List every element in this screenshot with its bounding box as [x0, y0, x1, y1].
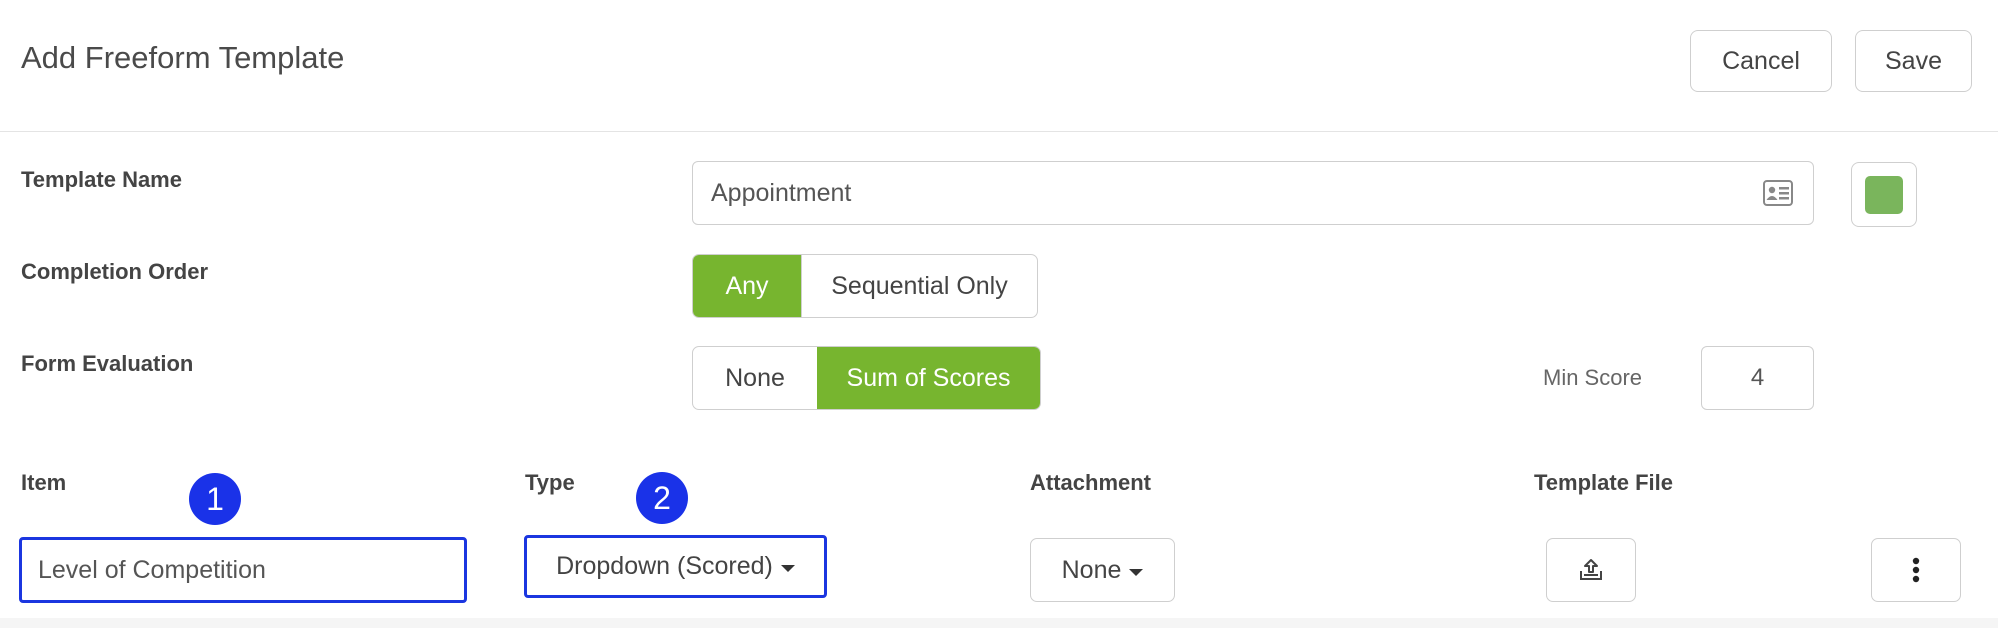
form-evaluation-toggle: None Sum of Scores [692, 346, 1041, 410]
completion-order-any-option[interactable]: Any [693, 255, 801, 317]
caret-down-icon [1129, 568, 1144, 576]
completion-order-toggle: Any Sequential Only [692, 254, 1038, 318]
column-header-item: Item [21, 470, 67, 495]
page: Add Freeform Template Cancel Save Templa… [0, 0, 1998, 618]
annotation-badge-1: 1 [189, 473, 241, 525]
completion-order-sequential-option[interactable]: Sequential Only [801, 255, 1037, 317]
column-header-attachment: Attachment [1030, 470, 1152, 495]
annotation-badge-2: 2 [636, 472, 688, 524]
page-header: Add Freeform Template Cancel Save [0, 0, 1998, 132]
color-picker-button[interactable] [1851, 162, 1917, 227]
color-swatch [1865, 175, 1903, 214]
upload-icon [1580, 559, 1602, 580]
caret-down-icon [780, 565, 795, 572]
form-evaluation-none-option[interactable]: None [693, 347, 817, 409]
completion-order-label: Completion Order [21, 259, 209, 284]
row-actions-button[interactable] [1871, 538, 1961, 602]
min-score-label: Min Score [1543, 365, 1643, 390]
template-name-value: Appointment [711, 178, 852, 207]
template-name-label: Template Name [21, 167, 182, 192]
type-dropdown[interactable]: Dropdown (Scored) [524, 535, 827, 598]
page-title: Add Freeform Template [21, 40, 345, 75]
template-file-upload-button[interactable] [1546, 538, 1636, 602]
type-dropdown-value: Dropdown (Scored) [556, 552, 773, 580]
column-header-template-file: Template File [1534, 470, 1673, 495]
form-evaluation-sum-option[interactable]: Sum of Scores [817, 347, 1040, 409]
contact-card-icon [1763, 180, 1793, 206]
more-vertical-icon [1912, 557, 1920, 583]
item-name-value: Level of Competition [38, 555, 266, 584]
attachment-dropdown-value: None [1061, 555, 1122, 584]
template-name-input[interactable]: Appointment [692, 161, 1814, 225]
cancel-button[interactable]: Cancel [1690, 30, 1832, 92]
attachment-dropdown[interactable]: None [1030, 538, 1175, 602]
item-name-input[interactable]: Level of Competition [19, 537, 467, 603]
column-header-type: Type [525, 470, 575, 495]
min-score-input[interactable]: 4 [1701, 346, 1814, 410]
form-evaluation-label: Form Evaluation [21, 351, 194, 376]
save-button[interactable]: Save [1855, 30, 1972, 92]
